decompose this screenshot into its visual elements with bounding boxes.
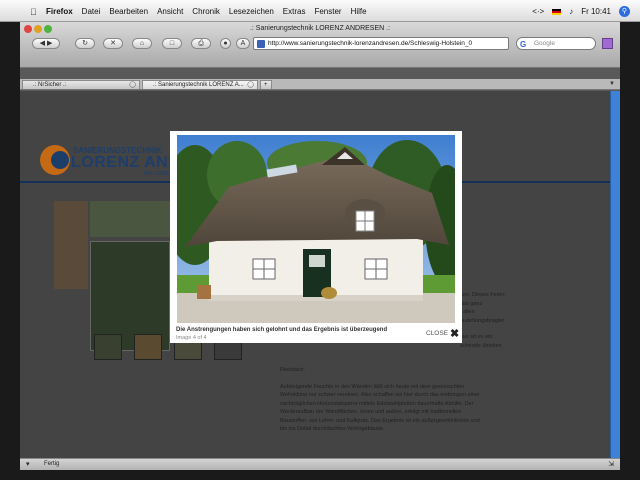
tab-list-icon[interactable]: ▼ — [609, 81, 615, 87]
bg-text-fragment: nudeltungsbrägter — [460, 317, 505, 324]
status-bar: ▾ Fertig ⇲ — [20, 458, 620, 470]
thumbnail-1[interactable] — [94, 334, 122, 360]
status-menu-icon[interactable]: ▾ — [26, 460, 30, 468]
search-placeholder: Google — [534, 40, 555, 47]
search-input[interactable]: G Google — [516, 37, 596, 50]
thumbnail-2[interactable] — [134, 334, 162, 360]
menu-extras[interactable]: Extras — [283, 7, 306, 16]
menu-ansicht[interactable]: Ansicht — [157, 7, 183, 16]
lightbox-counter: Image 4 of 4 — [176, 335, 207, 341]
status-text: Fertig — [44, 461, 60, 467]
bg-text-body: Reetdach. Aufsteigende Feuchte in den Wä… — [280, 366, 485, 442]
tab-bar: .: NrSicher .: ◯ .: Sanierungstechnik LO… — [20, 79, 620, 90]
bg-paragraph-2: Aufsteigende Feuchte in den Wänden läßt … — [280, 383, 480, 433]
tab-sanierungstechnik[interactable]: .: Sanierungstechnik LORENZ A... ◯ — [142, 80, 258, 89]
bg-text-right: ken. Dieses Feien- das ganz t allen nude… — [460, 291, 550, 350]
lightbox-photo[interactable] — [177, 135, 455, 323]
bg-text-fragment: hier ist es ein — [460, 334, 493, 340]
text-size-button[interactable]: A — [236, 38, 250, 49]
menu-hilfe[interactable]: Hilfe — [351, 7, 367, 16]
url-bar[interactable]: http://www.sanierungstechnik-lorenzandre… — [253, 37, 509, 50]
german-flag-icon[interactable] — [552, 8, 562, 15]
screen:  Firefox Datei Bearbeiten Ansicht Chron… — [0, 0, 640, 480]
resize-grip-icon[interactable]: ⇲ — [608, 460, 614, 468]
menu-lesezeichen[interactable]: Lesezeichen — [229, 7, 274, 16]
apple-menu-icon[interactable]:  — [30, 7, 37, 17]
code-icon[interactable]: <·> — [532, 7, 544, 16]
tab-label: .: NrSicher .: — [33, 82, 67, 88]
bookmark-button[interactable]: □ — [162, 38, 182, 49]
print-button[interactable]: ⎙ — [191, 38, 211, 49]
tab-label: .: Sanierungstechnik LORENZ A... — [153, 82, 244, 88]
bg-text-fragment: das ganz — [460, 300, 483, 307]
vertical-scrollbar[interactable] — [610, 91, 620, 458]
title-toolbar: .: Sanierungstechnik LORENZ ANDRESEN .: … — [20, 22, 620, 68]
favicon-icon — [257, 40, 265, 48]
bg-text-fragment: t allen — [460, 309, 475, 315]
menu-clock[interactable]: Fr 10:41 — [581, 7, 611, 16]
tab-close-icon[interactable]: ◯ — [247, 81, 254, 89]
lightbox-close-button[interactable]: CLOSE ✖ — [426, 327, 459, 340]
bg-text-fragment: ken. Dieses Feien- — [460, 292, 506, 298]
lightbox-caption: Die Anstrengungen haben sich gelohnt und… — [176, 327, 388, 333]
menu-extras-right: <·> ♪ Fr 10:41 ⚲ — [532, 6, 630, 17]
tab-nrsicher[interactable]: .: NrSicher .: ◯ — [22, 80, 140, 89]
new-tab-button[interactable]: + — [260, 80, 272, 89]
addon-icon[interactable] — [602, 38, 613, 49]
menu-bearbeiten[interactable]: Bearbeiten — [109, 7, 148, 16]
menu-chronik[interactable]: Chronik — [192, 7, 220, 16]
security-icon[interactable]: ● — [220, 38, 231, 49]
bg-photo-left — [54, 201, 88, 289]
menu-app-name[interactable]: Firefox — [46, 7, 73, 16]
url-text: http://www.sanierungstechnik-lorenzandre… — [268, 40, 473, 47]
volume-icon[interactable]: ♪ — [569, 7, 573, 16]
thatched-house-image — [177, 135, 455, 323]
close-icon[interactable]: ✖ — [450, 328, 459, 340]
menu-datei[interactable]: Datei — [82, 7, 101, 16]
menu-list: Firefox Datei Bearbeiten Ansicht Chronik… — [46, 7, 367, 16]
reload-button[interactable]: ↻ — [75, 38, 95, 49]
lightbox: Die Anstrengungen haben sich gelohnt und… — [170, 131, 462, 343]
close-label: CLOSE — [426, 330, 449, 337]
bg-text-fragment: schende übichen — [460, 342, 502, 349]
bg-photo-top — [90, 201, 170, 237]
menu-bar:  Firefox Datei Bearbeiten Ansicht Chron… — [0, 0, 640, 22]
back-forward-button[interactable]: ◀ ▶ — [32, 38, 60, 49]
tab-close-icon[interactable]: ◯ — [129, 81, 136, 89]
spotlight-icon[interactable]: ⚲ — [619, 6, 630, 17]
bg-paragraph-1: Reetdach. — [280, 367, 306, 373]
logo-circle-inner-icon — [51, 151, 69, 169]
google-icon: G — [520, 40, 527, 49]
window-title: .: Sanierungstechnik LORENZ ANDRESEN .: — [249, 25, 391, 32]
menu-fenster[interactable]: Fenster — [314, 7, 341, 16]
home-button[interactable]: ⌂ — [132, 38, 152, 49]
stop-button[interactable]: ✕ — [103, 38, 123, 49]
